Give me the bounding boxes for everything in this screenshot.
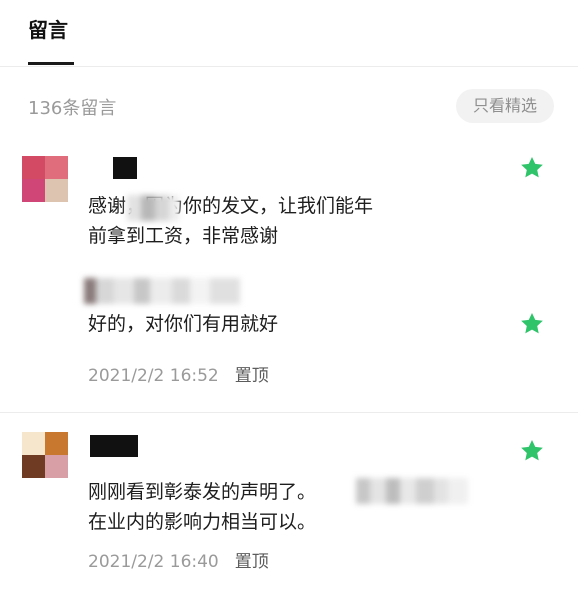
avatar-tile <box>45 432 68 455</box>
comment-date: 2021/2/2 16:40 <box>88 552 219 572</box>
comment-meta: 2021/2/2 16:40 置顶 <box>88 547 269 572</box>
star-icon[interactable] <box>519 155 545 181</box>
star-icon[interactable] <box>519 311 545 337</box>
header-divider <box>0 66 578 67</box>
avatar[interactable] <box>22 432 68 478</box>
star-icon[interactable] <box>519 438 545 464</box>
pin-button[interactable]: 置顶 <box>235 366 269 386</box>
avatar[interactable] <box>22 156 68 202</box>
avatar-tile <box>22 156 45 179</box>
avatar-tile <box>45 455 68 478</box>
featured-only-button[interactable]: 只看精选 <box>456 89 554 123</box>
author-reply-text: 好的，对你们有用就好 <box>88 313 279 335</box>
redacted-author-name <box>84 278 264 304</box>
avatar-tile <box>22 455 45 478</box>
redacted-text-blur <box>356 478 468 504</box>
redacted-name-blur <box>127 195 179 221</box>
avatar-tile <box>22 179 45 202</box>
comment-divider <box>0 412 578 413</box>
avatar-tile <box>45 156 68 179</box>
avatar-tile <box>22 432 45 455</box>
redacted-username <box>90 435 138 457</box>
tab-active-indicator <box>28 62 74 65</box>
comment-date: 2021/2/2 16:52 <box>88 366 219 386</box>
comment-count: 136条留言 <box>28 98 117 119</box>
pin-button[interactable]: 置顶 <box>235 552 269 572</box>
redacted-username <box>113 157 137 179</box>
comment-text: 刚刚看到彰泰发的声明了。 在业内的影响力相当可以。 <box>88 481 317 533</box>
comment-meta: 2021/2/2 16:52 置顶 <box>88 361 269 386</box>
tab-comments[interactable]: 留言 <box>28 14 68 43</box>
avatar-tile <box>45 179 68 202</box>
